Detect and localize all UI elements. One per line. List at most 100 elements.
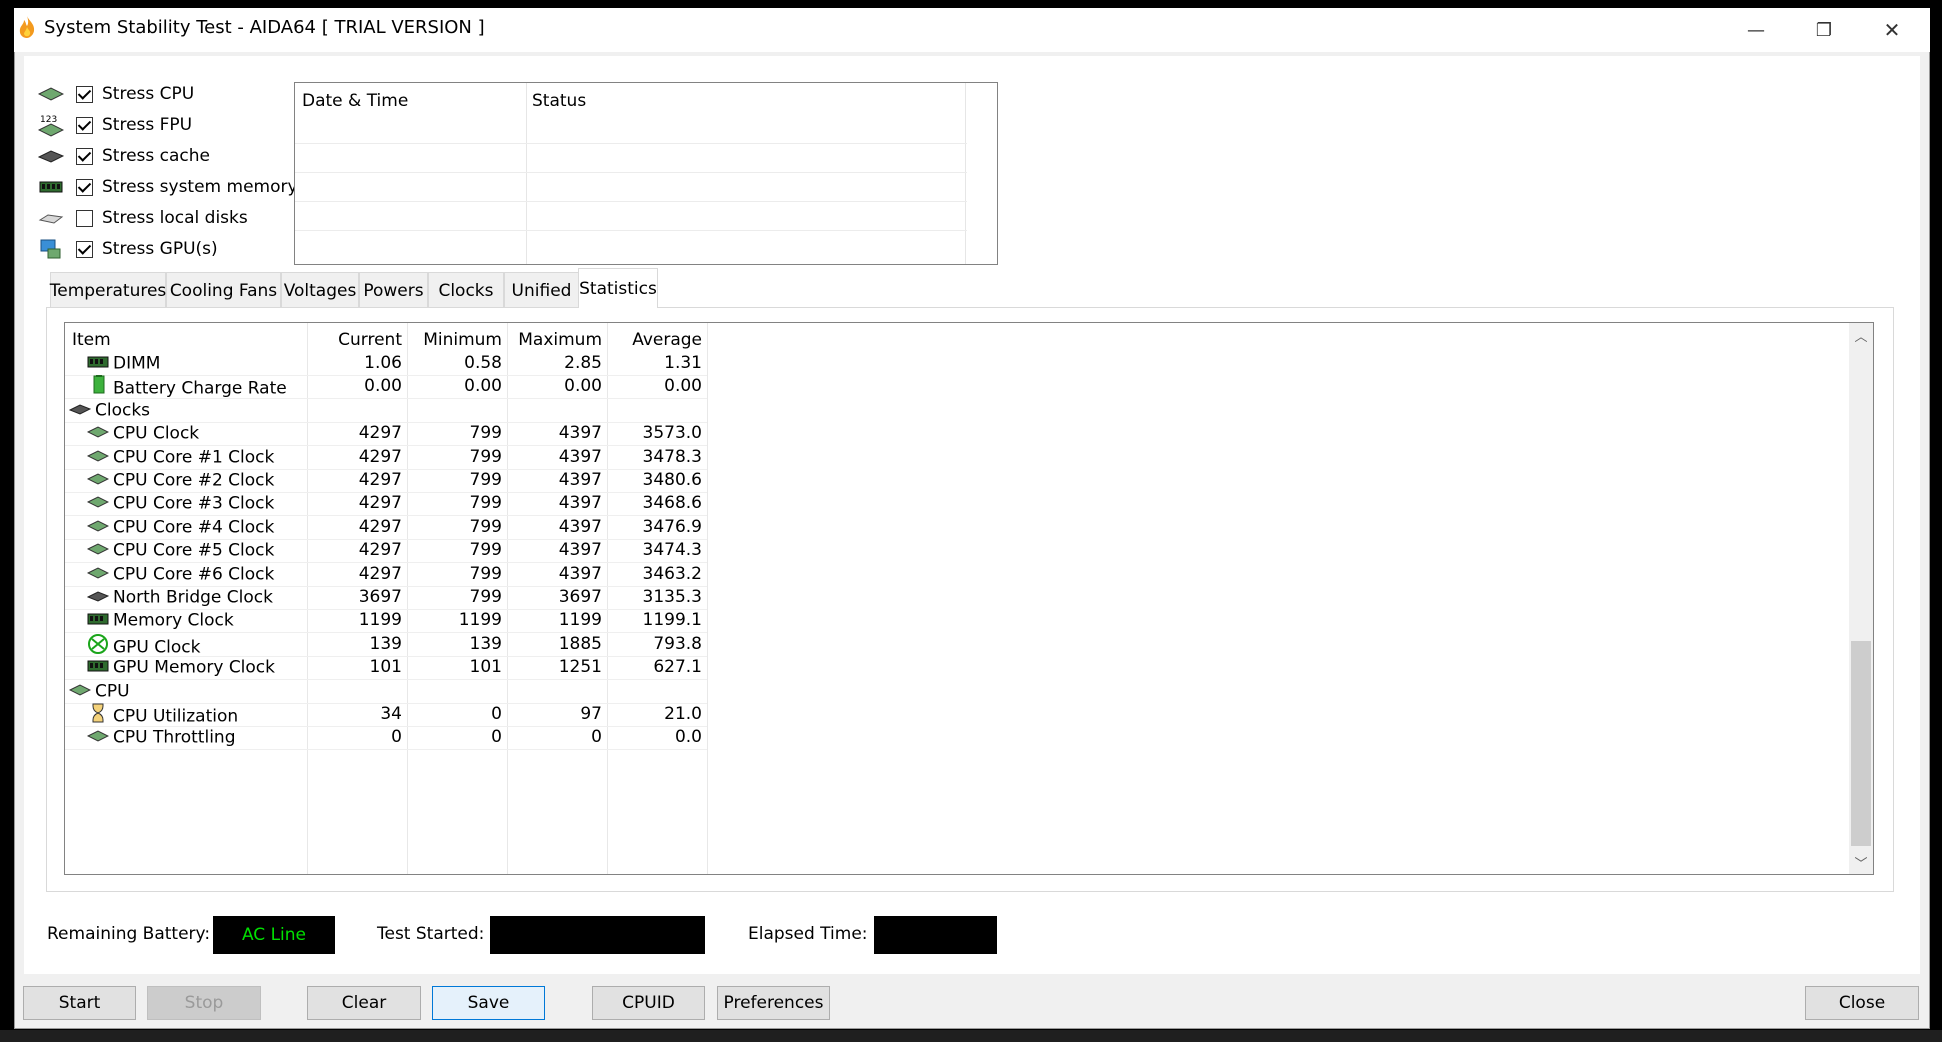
row-minimum: 799 [469, 470, 502, 490]
stress-cache-checkbox[interactable] [76, 147, 93, 165]
scroll-down-icon[interactable]: ﹀ [1849, 850, 1873, 874]
table-row[interactable]: CPU Clock 4297 799 4397 3573.0 [65, 422, 1849, 445]
table-row[interactable]: GPU Clock 139 139 1885 793.8 [65, 633, 1849, 657]
table-group-row[interactable]: Clocks [65, 399, 1849, 422]
maximize-button[interactable]: ❐ [1790, 8, 1858, 52]
tab-powers[interactable]: Powers [359, 272, 428, 308]
row-item-label: Clocks [95, 400, 151, 421]
row-minimum: 799 [469, 423, 502, 444]
save-button[interactable]: Save [432, 986, 545, 1020]
table-row[interactable]: CPU Core #5 Clock 4297 799 4397 3474.3 [65, 539, 1849, 562]
stress-gpu-checkbox[interactable] [76, 240, 93, 258]
row-maximum [510, 399, 602, 422]
header-item[interactable]: Item [72, 326, 111, 355]
stress-memory-checkbox[interactable] [76, 178, 93, 196]
tab-voltages[interactable]: Voltages [281, 272, 359, 308]
row-maximum: 0 [591, 727, 602, 748]
stress-memory-option[interactable]: Stress system memory [38, 173, 298, 201]
minimize-button[interactable]: — [1722, 8, 1790, 52]
header-average[interactable]: Average [610, 326, 702, 355]
row-average: 21.0 [664, 704, 702, 724]
row-current: 4297 [358, 423, 402, 444]
row-minimum [410, 399, 502, 422]
row-item: CPU Clock [86, 422, 199, 445]
stress-cpu-checkbox[interactable] [76, 85, 93, 103]
row-maximum: 1885 [558, 633, 602, 654]
clear-button[interactable]: Clear [307, 986, 421, 1020]
close-window-button[interactable]: ✕ [1858, 8, 1926, 52]
scroll-up-icon[interactable]: ︿ [1849, 323, 1873, 347]
row-minimum: 0.58 [464, 353, 502, 373]
stress-disks-option[interactable]: Stress local disks [38, 204, 248, 232]
tab-unified[interactable]: Unified [504, 272, 579, 308]
statistics-table[interactable]: Item Current Minimum Maximum Average DIM… [64, 322, 1874, 875]
log-col-status[interactable]: Status [532, 91, 586, 111]
table-group-row[interactable]: CPU [65, 680, 1849, 703]
stress-fpu-checkbox[interactable] [76, 116, 93, 134]
row-minimum [410, 680, 502, 703]
row-item-label: CPU Core #6 Clock [113, 564, 275, 585]
fpu-icon-text: 123 [40, 115, 57, 125]
event-log-list[interactable]: Date & Time Status [294, 82, 998, 265]
tab-temperatures[interactable]: Temperatures [50, 272, 166, 308]
scrollbar-thumb[interactable] [1851, 641, 1871, 846]
table-row[interactable]: CPU Throttling 0 0 0 0.0 [65, 726, 1849, 749]
close-button[interactable]: Close [1805, 986, 1919, 1020]
row-minimum: 799 [469, 540, 502, 561]
row-current: 34 [380, 704, 402, 724]
test-started-label: Test Started: [377, 924, 485, 944]
stop-button[interactable]: Stop [147, 986, 261, 1020]
cpuid-button[interactable]: CPUID [592, 986, 705, 1020]
cpu-icon [86, 726, 110, 749]
row-separator [65, 749, 707, 751]
table-row[interactable]: CPU Core #4 Clock 4297 799 4397 3476.9 [65, 516, 1849, 539]
preferences-button[interactable]: Preferences [717, 986, 830, 1020]
gpu-icon [38, 239, 64, 259]
start-button[interactable]: Start [23, 986, 136, 1020]
log-divider [965, 83, 966, 264]
row-current: 4297 [358, 446, 402, 467]
elapsed-value [874, 916, 997, 954]
row-minimum: 0 [491, 727, 502, 748]
row-average: 627.1 [653, 657, 702, 678]
table-row[interactable]: GPU Memory Clock 101 101 1251 627.1 [65, 656, 1849, 679]
row-average: 3468.6 [642, 493, 702, 514]
row-maximum: 4397 [558, 493, 602, 514]
header-current[interactable]: Current [310, 326, 402, 355]
tab-cooling-fans[interactable]: Cooling Fans [166, 272, 281, 308]
row-current: 3697 [358, 587, 402, 607]
header-maximum[interactable]: Maximum [510, 326, 602, 355]
stress-memory-label: Stress system memory [102, 177, 298, 197]
stress-cache-option[interactable]: Stress cache [38, 142, 210, 170]
cpu-icon [86, 563, 110, 586]
table-row[interactable]: CPU Core #6 Clock 4297 799 4397 3463.2 [65, 563, 1849, 586]
row-item-label: Battery Charge Rate [113, 378, 287, 399]
tab-clocks[interactable]: Clocks [428, 272, 504, 308]
vertical-scrollbar[interactable]: ︿ ﹀ [1849, 323, 1873, 874]
table-row[interactable]: Battery Charge Rate 0.00 0.00 0.00 0.00 [65, 375, 1849, 399]
row-item: CPU Core #4 Clock [86, 516, 274, 539]
row-minimum: 0 [491, 704, 502, 724]
stress-fpu-option[interactable]: 123 Stress FPU [38, 111, 192, 139]
stress-gpu-option[interactable]: Stress GPU(s) [38, 235, 218, 263]
tab-statistics[interactable]: Statistics [578, 268, 658, 308]
row-item: CPU [68, 680, 130, 703]
stress-cpu-option[interactable]: Stress CPU [38, 80, 194, 108]
row-average: 3476.9 [642, 516, 702, 537]
table-row[interactable]: Memory Clock 1199 1199 1199 1199.1 [65, 609, 1849, 632]
fpu-icon: 123 [38, 115, 64, 137]
table-row[interactable]: CPU Core #2 Clock 4297 799 4397 3480.6 [65, 469, 1849, 492]
row-maximum: 97 [580, 704, 602, 724]
table-row[interactable]: CPU Core #1 Clock 4297 799 4397 3478.3 [65, 446, 1849, 469]
table-row[interactable]: CPU Utilization 34 0 97 21.0 [65, 703, 1849, 727]
cpu-icon [86, 446, 110, 469]
header-minimum[interactable]: Minimum [410, 326, 502, 355]
log-divider [526, 83, 527, 264]
stress-disks-checkbox[interactable] [76, 209, 93, 227]
log-col-datetime[interactable]: Date & Time [302, 91, 408, 111]
table-row[interactable]: CPU Core #3 Clock 4297 799 4397 3468.6 [65, 492, 1849, 515]
table-row[interactable]: North Bridge Clock 3697 799 3697 3135.3 [65, 586, 1849, 609]
stress-cpu-label: Stress CPU [102, 84, 195, 104]
elapsed-label: Elapsed Time: [748, 924, 868, 944]
table-row[interactable]: DIMM 1.06 0.58 2.85 1.31 [65, 352, 1849, 375]
